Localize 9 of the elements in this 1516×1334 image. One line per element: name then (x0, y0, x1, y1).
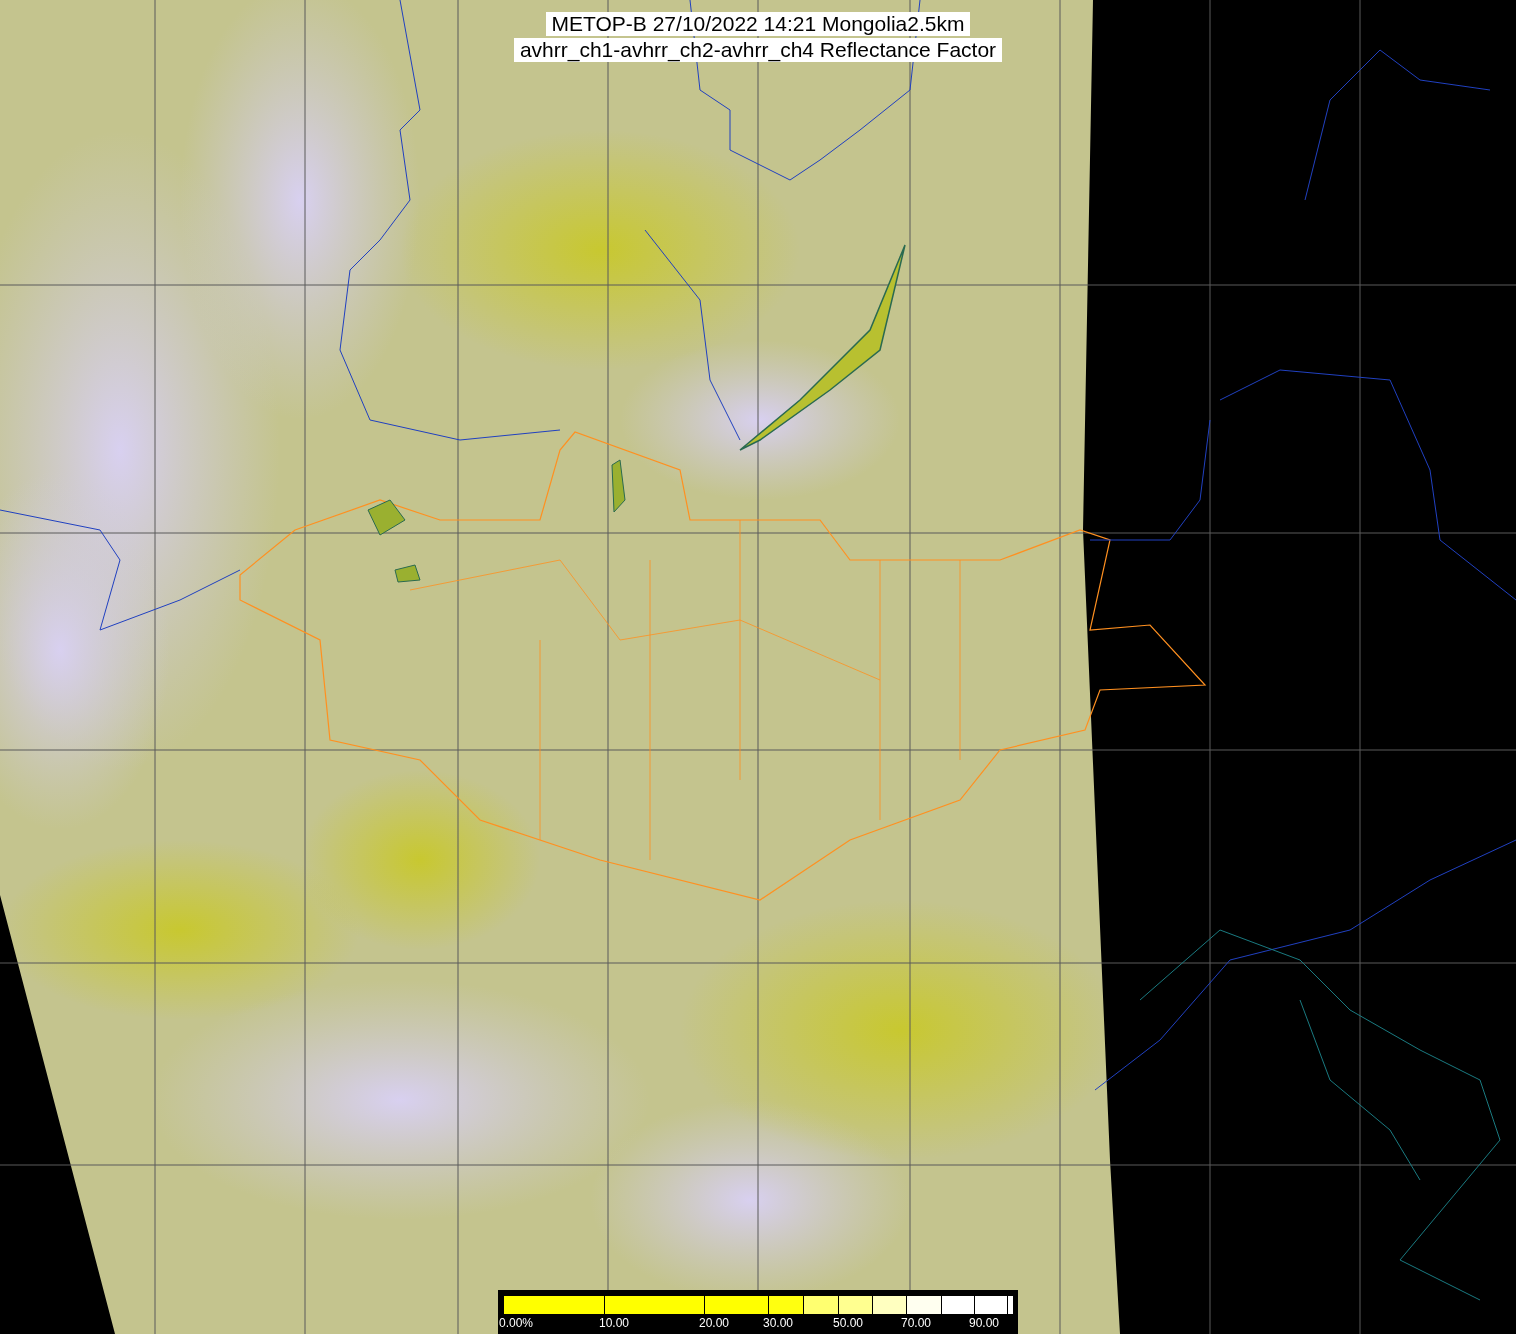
tick-label: 10.00 (599, 1316, 630, 1330)
tick-label: 50.00 (833, 1316, 864, 1330)
tick-label: 70.00 (901, 1316, 932, 1330)
tick-label: 90.00 (969, 1316, 1000, 1330)
map-title: METOP-B 27/10/2022 14:21 Mongolia2.5km (545, 12, 971, 36)
tick-label: 20.00 (699, 1316, 730, 1330)
map-title: avhrr_ch1-avhrr_ch2-avhrr_ch4 Reflectance Factor (513, 38, 1003, 62)
tick-label: 30.00 (763, 1316, 794, 1330)
tick-label: 0.00% (499, 1316, 534, 1330)
